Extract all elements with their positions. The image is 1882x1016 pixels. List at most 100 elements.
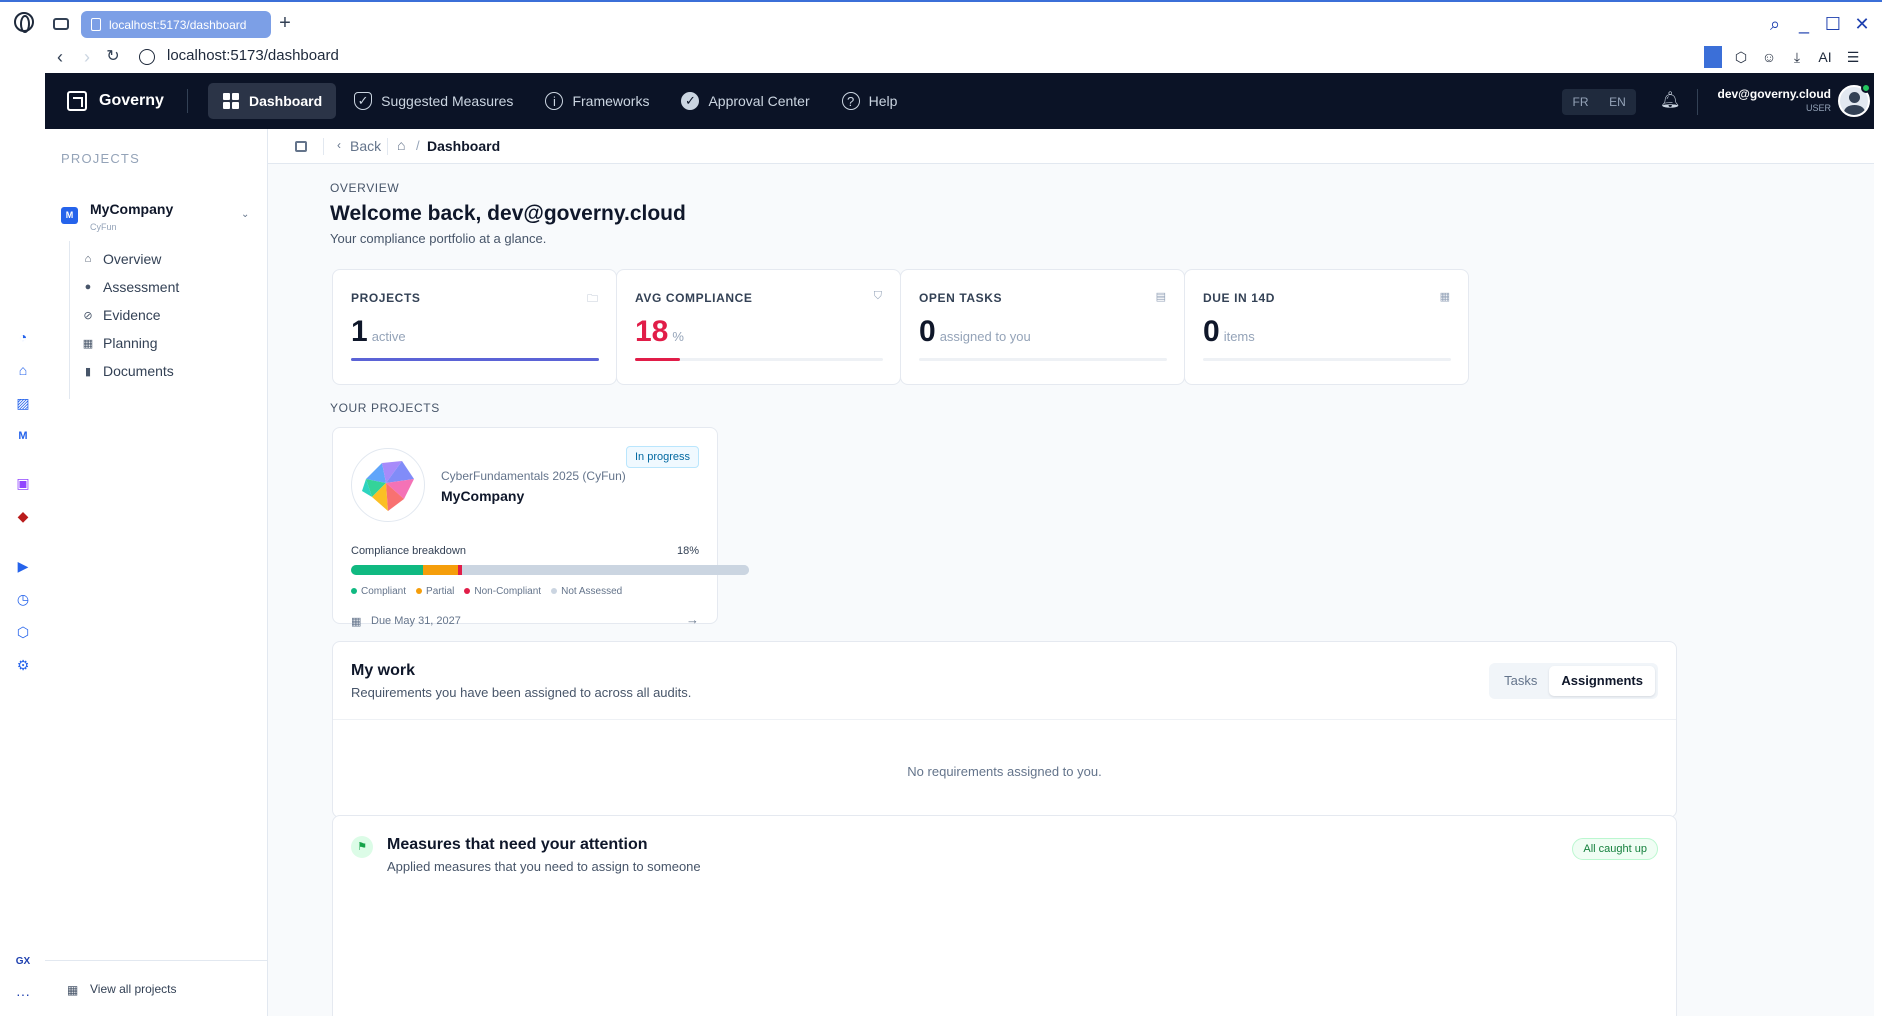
online-status-dot [1861,83,1871,93]
profile-icon[interactable]: ☺ [1760,49,1778,65]
player-icon[interactable]: ▶ [14,557,32,575]
stat-value: 0 items [1203,315,1255,349]
close-window-icon[interactable]: ✕ [1852,14,1872,34]
stat-unit: assigned to you [939,329,1031,344]
project-framework: CyberFundamentals 2025 (CyFun) [441,469,626,483]
adblock-icon[interactable]: ◆ [14,507,32,525]
stat-progress-track [351,358,599,361]
stat-card-projects: PROJECTS 🗀︎ 1 active [332,269,617,385]
stat-number: 0 [1203,315,1220,348]
gallery-icon[interactable]: ▨ [14,394,32,412]
stat-progress-track [919,358,1167,361]
downloads-icon[interactable]: ⤓ [1788,49,1806,66]
messenger-icon[interactable]: M [14,427,32,445]
nav-item-label: Help [868,93,898,109]
grid-icon [222,92,240,110]
nav-item-label: Suggested Measures [381,93,514,109]
tab-tasks[interactable]: Tasks [1492,666,1549,696]
minimize-icon[interactable]: _ [1794,14,1814,34]
main-content: OVERVIEW Welcome back, dev@governy.cloud… [268,164,1874,1016]
gx-icon[interactable]: GX [14,953,32,971]
company-framework: CyFun [90,222,117,232]
browser-tab-strip: localhost:5173/dashboard + ⌕ _ ☐ ✕ [0,0,1882,43]
opera-menu-icon[interactable] [14,12,34,33]
lang-fr-button[interactable]: FR [1562,89,1599,115]
sidebar-toggle-icon[interactable] [295,141,307,152]
stat-value: 18% [635,315,684,349]
easy-setup-icon[interactable]: ☰ [1844,49,1862,66]
maximize-icon[interactable]: ☐ [1823,14,1843,34]
sidebar-item-label: Planning [103,335,158,351]
extensions-icon[interactable]: ⬡ [1732,49,1750,66]
company-name[interactable]: MyCompany [90,201,173,217]
legend-label: Partial [426,586,455,597]
clipboard-icon: ▤ [1155,291,1166,303]
sidebar-heading: PROJECTS [61,151,140,166]
toolbar-divider [1704,46,1722,68]
nav-item-dashboard[interactable]: Dashboard [208,83,337,119]
cyfun-logo-icon [362,461,414,511]
calendar-icon: ▦ [351,616,362,628]
notifications-bell-icon[interactable]: 🔔︎ [1660,91,1680,111]
crypto-wallet-icon[interactable]: ⌂ [14,361,32,379]
forward-icon[interactable]: › [77,45,97,69]
tab-assignments[interactable]: Assignments [1549,666,1655,696]
nav-item-frameworks[interactable]: i Frameworks [531,83,663,119]
home-icon[interactable]: ⌂ [397,137,405,153]
extensions-sidebar-icon[interactable]: ⬡ [14,623,32,641]
tab-switcher-icon[interactable] [53,18,69,30]
stat-label: OPEN TASKS [919,291,1003,305]
url-field[interactable]: localhost:5173/dashboard [167,47,339,64]
sidebar-item-overview[interactable]: ⌂ Overview [81,247,162,271]
new-tab-button[interactable]: + [275,12,295,36]
governy-logo-icon [67,91,87,111]
page-icon [91,18,101,31]
stat-card-avg-compliance: AVG COMPLIANCE ⛉ 18% [616,269,901,385]
overview-eyebrow: OVERVIEW [330,181,400,195]
tree-line [69,241,70,399]
user-role: USER [1805,103,1831,113]
nav-item-suggested-measures[interactable]: ✓ Suggested Measures [340,83,527,119]
user-email[interactable]: dev@governy.cloud [1707,87,1831,101]
nav-item-help[interactable]: ? Help [828,83,912,119]
history-icon[interactable]: ◷ [14,590,32,608]
speed-dial-icon[interactable]: ◔ [14,328,32,346]
browser-tab-title: localhost:5173/dashboard [109,17,247,32]
view-all-projects-link[interactable]: View all projects [90,982,176,996]
project-card[interactable]: CyberFundamentals 2025 (CyFun) MyCompany… [332,427,749,628]
stat-card-open-tasks: OPEN TASKS ▤ 0 assigned to you [900,269,1185,385]
stat-value: 0 assigned to you [919,315,1031,349]
back-icon[interactable]: ‹ [50,45,70,69]
breakdown-segment-compliant [351,565,423,575]
reload-icon[interactable]: ↻ [103,45,123,69]
sidebar-item-assessment[interactable]: ● Assessment [81,275,180,299]
stat-progress-track [635,358,883,361]
divider [333,719,1676,720]
chevron-left-icon[interactable]: ‹ [337,138,341,152]
breadcrumb-separator: / [416,138,420,153]
twitch-icon[interactable]: ▣ [14,474,32,492]
attention-subtitle: Applied measures that you need to assign… [387,859,701,874]
arrow-right-icon[interactable]: → [686,612,699,627]
browser-tab[interactable]: localhost:5173/dashboard [81,11,271,38]
check-badge-icon: ✓ [681,92,700,110]
aria-ai-button[interactable]: AI [1816,49,1834,65]
nav-item-approval-center[interactable]: ✓ Approval Center [667,83,823,119]
stat-number: 0 [919,315,936,348]
page-subtitle: Your compliance portfolio at a glance. [330,231,547,246]
sidebar-item-planning[interactable]: ▦ Planning [81,331,158,355]
sidebar-item-evidence[interactable]: ⊘ Evidence [81,303,160,327]
governy-app: Governy Dashboard ✓ Suggested Measures i… [45,73,1874,1016]
home-icon: ⌂ [84,253,92,265]
stat-card-due-14d: DUE IN 14D ▦ 0 items [1184,269,1469,385]
more-icon[interactable]: ··· [14,985,32,1003]
settings-icon[interactable]: ⚙ [14,656,32,674]
chevron-down-icon[interactable]: ⌄ [241,209,249,220]
sidebar-item-documents[interactable]: ▮ Documents [81,359,174,383]
brand[interactable]: Governy [67,91,185,111]
site-info-icon[interactable] [139,49,155,65]
breakdown-segment-not-assessed [462,565,749,575]
back-button[interactable]: Back [350,138,381,154]
search-tabs-icon[interactable]: ⌕ [1765,14,1785,34]
lang-en-button[interactable]: EN [1599,89,1636,115]
